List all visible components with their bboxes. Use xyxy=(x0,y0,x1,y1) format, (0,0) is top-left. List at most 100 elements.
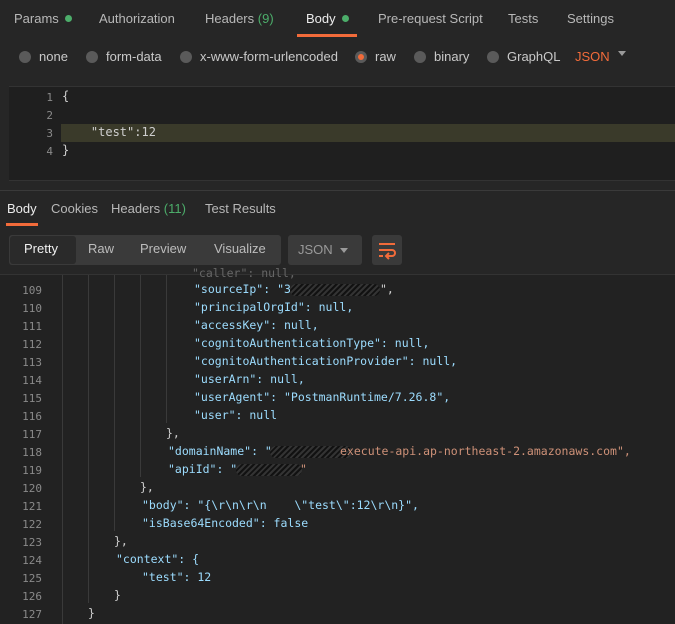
code-text: "domainName": " xyxy=(168,444,272,458)
radio-label: none xyxy=(39,49,68,64)
line-number: 124 xyxy=(22,554,42,567)
radio-label: x-www-form-urlencoded xyxy=(200,49,338,64)
code-line: 118 "domainName": " execute-api.ap-north… xyxy=(0,443,675,461)
radio-raw[interactable]: raw xyxy=(355,49,396,65)
line-number: 126 xyxy=(22,590,42,603)
tab-label: Settings xyxy=(567,11,614,26)
radio-form-data[interactable]: form-data xyxy=(86,49,162,65)
response-toolbar: Pretty Raw Preview Visualize JSON xyxy=(0,226,675,274)
line-number: 109 xyxy=(22,284,42,297)
code-line: 112 "cognitoAuthenticationType": null, xyxy=(0,335,675,353)
code-line: 113 "cognitoAuthenticationProvider": nul… xyxy=(0,353,675,371)
body-format-dropdown[interactable]: JSON xyxy=(575,49,610,64)
redaction-scribble xyxy=(236,464,302,476)
response-format-dropdown[interactable]: JSON xyxy=(288,235,362,265)
line-number: 111 xyxy=(22,320,42,333)
tab-label: Tests xyxy=(508,11,539,26)
response-body-viewer[interactable]: "caller": null, 109 "sourceIp": "3 ", 11… xyxy=(0,266,675,624)
line-number: 115 xyxy=(22,392,42,405)
code-line: 110 "principalOrgId": null, xyxy=(0,299,675,317)
code-line: 127 } xyxy=(0,605,675,623)
tab-response-body[interactable]: Body xyxy=(7,201,37,216)
code-line: 111 "accessKey": null, xyxy=(0,317,675,335)
clipped-line: "caller": null, xyxy=(192,266,296,280)
code-text: "principalOrgId": null, xyxy=(194,300,354,314)
tab-label: Pre-request Script xyxy=(378,11,483,26)
view-mode-group: Pretty Raw Preview Visualize xyxy=(9,235,281,265)
line-number: 116 xyxy=(22,410,42,423)
code-text: "user": null xyxy=(194,408,278,422)
line-number: 123 xyxy=(22,536,42,549)
radio-binary[interactable]: binary xyxy=(414,49,469,65)
response-tabs: Body Cookies Headers (11) Test Results xyxy=(0,190,675,226)
code-line: 122 "isBase64Encoded": false xyxy=(0,515,675,533)
code-text: }, xyxy=(166,426,180,440)
radio-selected-icon xyxy=(355,51,367,63)
tab-authorization[interactable]: Authorization xyxy=(99,11,175,26)
tab-test-results[interactable]: Test Results xyxy=(205,201,276,216)
radio-icon xyxy=(487,51,499,63)
radio-none[interactable]: none xyxy=(19,49,68,65)
tab-headers[interactable]: Headers (9) xyxy=(205,11,274,26)
code-text: execute-api.ap-northeast-2.amazonaws.com… xyxy=(340,444,631,458)
radio-icon xyxy=(180,51,192,63)
radio-graphql[interactable]: GraphQL xyxy=(487,49,560,65)
code-text: "cognitoAuthenticationType": null, xyxy=(194,336,430,350)
code-text: } xyxy=(114,588,121,602)
tab-pre-request-script[interactable]: Pre-request Script xyxy=(378,11,483,26)
code-line: 124 "context": { xyxy=(0,551,675,569)
status-dot-icon xyxy=(341,15,349,22)
tab-label: Authorization xyxy=(99,11,175,26)
tab-count: (9) xyxy=(257,11,274,26)
tab-settings[interactable]: Settings xyxy=(567,11,614,26)
radio-icon xyxy=(19,51,31,63)
line-number: 120 xyxy=(22,482,42,495)
radio-label: binary xyxy=(434,49,470,64)
format-label: JSON xyxy=(298,242,333,257)
view-preview-button[interactable]: Preview xyxy=(140,241,186,256)
tab-response-headers[interactable]: Headers (11) xyxy=(111,201,186,216)
line-number: 118 xyxy=(22,446,42,459)
tab-tests[interactable]: Tests xyxy=(508,11,538,26)
code-line: 126 } xyxy=(0,587,675,605)
radio-label: GraphQL xyxy=(507,49,561,64)
chevron-down-icon xyxy=(340,248,348,253)
body-type-selector: none form-data x-www-form-urlencoded raw… xyxy=(0,37,675,83)
line-number: 127 xyxy=(22,608,42,621)
code-text: "userAgent": "PostmanRuntime/7.26.8", xyxy=(194,390,451,404)
code-line: 114 "userArn": null, xyxy=(0,371,675,389)
code-text: "sourceIp": "3 xyxy=(194,282,291,296)
view-pretty-button[interactable]: Pretty xyxy=(24,241,58,256)
radio-label: raw xyxy=(375,49,396,64)
tab-params[interactable]: Params xyxy=(14,11,72,26)
tab-label: Params xyxy=(14,11,59,26)
code-line: 123 }, xyxy=(0,533,675,551)
line-number: 117 xyxy=(22,428,42,441)
view-visualize-button[interactable]: Visualize xyxy=(214,241,266,256)
code-text: }, xyxy=(140,480,154,494)
line-number: 112 xyxy=(22,338,42,351)
line-number: 119 xyxy=(22,464,42,477)
status-dot-icon xyxy=(64,15,72,22)
code-line: 119 "apiId": " " xyxy=(0,461,675,479)
wrap-lines-button[interactable] xyxy=(372,235,402,265)
editor-line: } xyxy=(62,143,70,157)
code-text: "test": 12 xyxy=(142,570,212,584)
tab-body[interactable]: Body xyxy=(306,11,349,26)
radio-icon xyxy=(86,51,98,63)
view-raw-button[interactable]: Raw xyxy=(88,241,114,256)
request-body-editor[interactable]: 1 2 3 4 { "test":12 } xyxy=(9,86,675,181)
code-text: " xyxy=(300,462,307,476)
tab-label: Body xyxy=(306,11,336,26)
tab-cookies[interactable]: Cookies xyxy=(51,201,98,216)
code-text: } xyxy=(88,606,95,620)
code-text: "cognitoAuthenticationProvider": null, xyxy=(194,354,458,368)
chevron-down-icon[interactable] xyxy=(618,51,626,56)
code-line: 121 "body": "{\r\n\r\n \"test\":12\r\n}"… xyxy=(0,497,675,515)
tab-count: (11) xyxy=(163,201,186,216)
tab-label: Headers xyxy=(111,201,161,216)
redaction-scribble xyxy=(290,284,380,296)
radio-x-www-form-urlencoded[interactable]: x-www-form-urlencoded xyxy=(180,49,338,65)
wrap-lines-icon xyxy=(379,243,396,260)
line-number: 3 xyxy=(46,127,53,140)
